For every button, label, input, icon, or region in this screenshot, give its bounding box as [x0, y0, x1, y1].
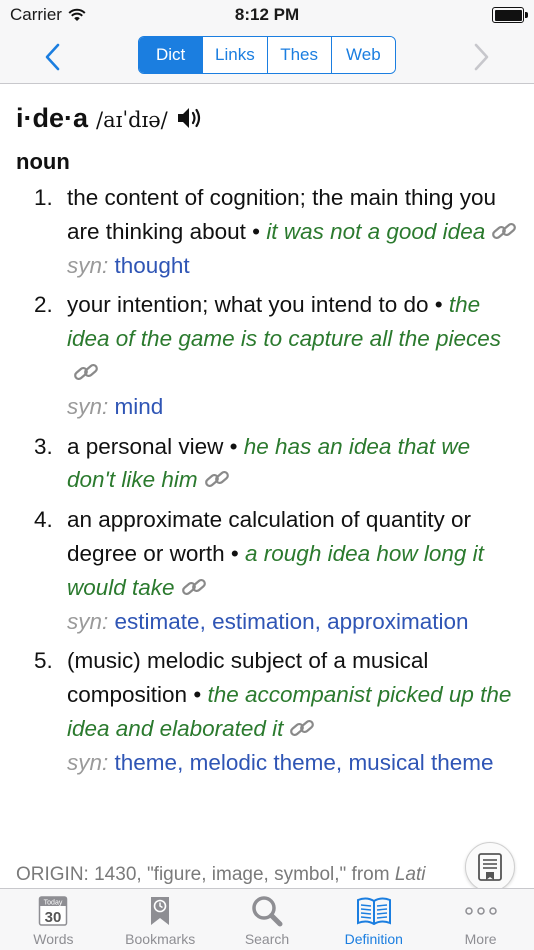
pronunciation: /aɪˈdɪə/: [96, 108, 168, 132]
tab-definition-label: Definition: [344, 931, 403, 947]
origin-text: ORIGIN: 1430, "figure, image, symbol," f…: [16, 864, 395, 885]
segment-links[interactable]: Links: [203, 37, 268, 73]
synonym-link[interactable]: estimate: [115, 609, 200, 634]
more-icon: [464, 893, 498, 929]
example-bullet: •: [229, 433, 238, 459]
back-button[interactable]: [32, 38, 72, 76]
tab-bookmarks[interactable]: Bookmarks: [107, 889, 214, 950]
definition-content[interactable]: i·de·a /aɪˈdɪə/ noun 1. the content of co…: [0, 85, 534, 888]
sense-number: 1.: [34, 185, 53, 210]
syn-label: syn:: [67, 608, 109, 634]
sense-item: 3. a personal view • he has an idea that …: [0, 430, 534, 498]
synonym-link[interactable]: estimation: [212, 609, 315, 634]
battery-icon: [492, 7, 528, 23]
syn-label: syn:: [67, 393, 109, 419]
search-icon: [251, 893, 283, 929]
tab-search-label: Search: [244, 931, 290, 947]
chevron-left-icon: [45, 43, 60, 71]
example-bullet: •: [434, 292, 443, 318]
syn-separator: ,: [177, 749, 190, 775]
bookmark-clock-icon: [149, 893, 171, 929]
sense-number: 3.: [34, 433, 53, 459]
segment-dict[interactable]: Dict: [139, 37, 204, 73]
segment-web[interactable]: Web: [331, 37, 395, 73]
link-icon[interactable]: [73, 359, 99, 381]
synonym-line: syn: theme, melodic theme, musical theme: [67, 746, 518, 780]
synonym-link[interactable]: theme: [115, 750, 178, 775]
link-icon[interactable]: [204, 466, 230, 488]
sense-item: 2. your intention; what you intend to do …: [0, 288, 534, 423]
synonym-link[interactable]: musical theme: [348, 750, 493, 775]
tab-search[interactable]: Search: [214, 889, 321, 950]
syn-label: syn:: [67, 749, 109, 775]
synonym-line: syn: estimate, estimation, approximation: [67, 605, 518, 639]
tab-bar: Today 30 Words Bookmarks Search Definiti…: [0, 888, 534, 950]
headword: i·de·a: [16, 103, 89, 133]
example-bullet: •: [193, 682, 202, 708]
tab-words-label: Words: [33, 931, 74, 947]
calendar-icon: Today 30: [38, 893, 68, 929]
synonym-link[interactable]: approximation: [327, 609, 468, 634]
sense-item: 1. the content of cognition; the main thi…: [0, 181, 534, 282]
calendar-badge-top: Today: [44, 900, 63, 907]
sense-item: 5. (music) melodic subject of a musical c…: [0, 644, 534, 779]
sense-number: 2.: [34, 292, 53, 318]
segment-thes[interactable]: Thes: [267, 37, 332, 73]
syn-label: syn:: [67, 252, 109, 278]
calendar-badge-num: 30: [45, 909, 62, 926]
syn-separator: ,: [335, 749, 349, 775]
synonym-line: syn: thought: [67, 249, 518, 283]
example-bullet: •: [230, 540, 239, 566]
sense-definition: a personal view: [67, 433, 224, 459]
bookmark-list-icon: [478, 853, 502, 881]
part-of-speech: noun: [16, 149, 70, 174]
speaker-icon[interactable]: [176, 105, 204, 131]
tab-more[interactable]: More: [427, 889, 534, 950]
synonym-line: syn: mind: [67, 390, 518, 424]
tab-words[interactable]: Today 30 Words: [0, 889, 107, 950]
link-icon[interactable]: [289, 715, 315, 737]
example-bullet: •: [252, 218, 261, 244]
chevron-right-icon: [474, 43, 489, 71]
origin-language: Lati: [394, 864, 426, 885]
add-bookmark-button[interactable]: [465, 842, 515, 888]
book-icon: [356, 893, 392, 929]
status-bar: Carrier 8:12 PM: [0, 0, 534, 30]
sense-list: 1. the content of cognition; the main thi…: [0, 181, 534, 786]
link-icon[interactable]: [181, 574, 207, 596]
tab-bookmarks-label: Bookmarks: [125, 931, 196, 947]
sense-number: 4.: [34, 507, 53, 533]
origin-note: ORIGIN: 1430, "figure, image, symbol," f…: [16, 864, 425, 886]
sense-number: 5.: [34, 648, 53, 674]
navigation-bar: Dict Links Thes Web: [0, 30, 534, 84]
synonym-link[interactable]: thought: [115, 253, 190, 278]
syn-separator: ,: [199, 608, 213, 634]
sense-item: 4. an approximate calculation of quantity…: [0, 503, 534, 638]
view-segmented-control: Dict Links Thes Web: [138, 36, 396, 74]
sense-example: it was not a good idea: [266, 218, 486, 244]
tab-definition[interactable]: Definition: [320, 889, 427, 950]
headword-line: i·de·a /aɪˈdɪə/: [16, 101, 204, 134]
tab-more-label: More: [464, 931, 497, 947]
sense-definition: your intention; what you intend to do: [67, 292, 429, 318]
synonym-link[interactable]: melodic theme: [190, 750, 336, 775]
synonym-link[interactable]: mind: [115, 394, 164, 419]
link-icon[interactable]: [491, 218, 517, 240]
syn-separator: ,: [314, 608, 328, 634]
status-time: 8:12 PM: [234, 5, 300, 24]
forward-button[interactable]: [462, 38, 502, 76]
